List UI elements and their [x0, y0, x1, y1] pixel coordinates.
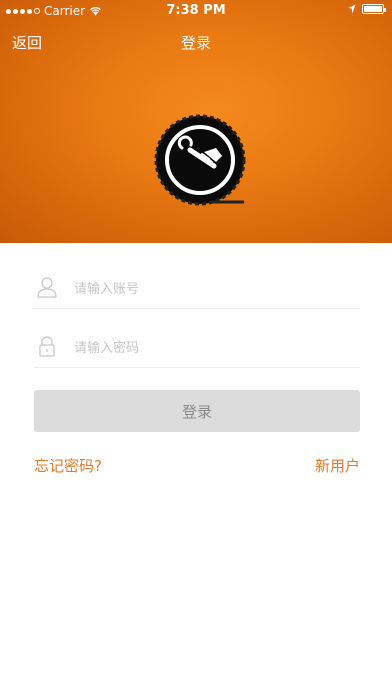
username-input[interactable]: [72, 276, 346, 302]
location-icon: [348, 4, 356, 14]
battery-fill: [364, 6, 382, 12]
lock-icon: [39, 336, 55, 357]
forgot-password-link[interactable]: 忘记密码?: [34, 455, 102, 476]
status-bar: Carrier 7:38 PM: [0, 0, 392, 22]
user-icon: [37, 277, 57, 298]
nav-bar: 返回 登录: [0, 28, 392, 56]
new-user-link[interactable]: 新用户: [315, 455, 360, 476]
username-row: [34, 268, 360, 309]
login-button[interactable]: 登录: [34, 390, 360, 432]
header-banner: Carrier 7:38 PM 返回 登录: [0, 0, 392, 243]
wrench-logo-icon: [154, 114, 246, 206]
clock: 7:38 PM: [166, 3, 226, 18]
right-status: [348, 4, 386, 14]
page-title: 登录: [180, 34, 211, 52]
battery-icon: [362, 4, 386, 14]
password-input[interactable]: [72, 335, 346, 361]
password-row: [34, 327, 360, 368]
